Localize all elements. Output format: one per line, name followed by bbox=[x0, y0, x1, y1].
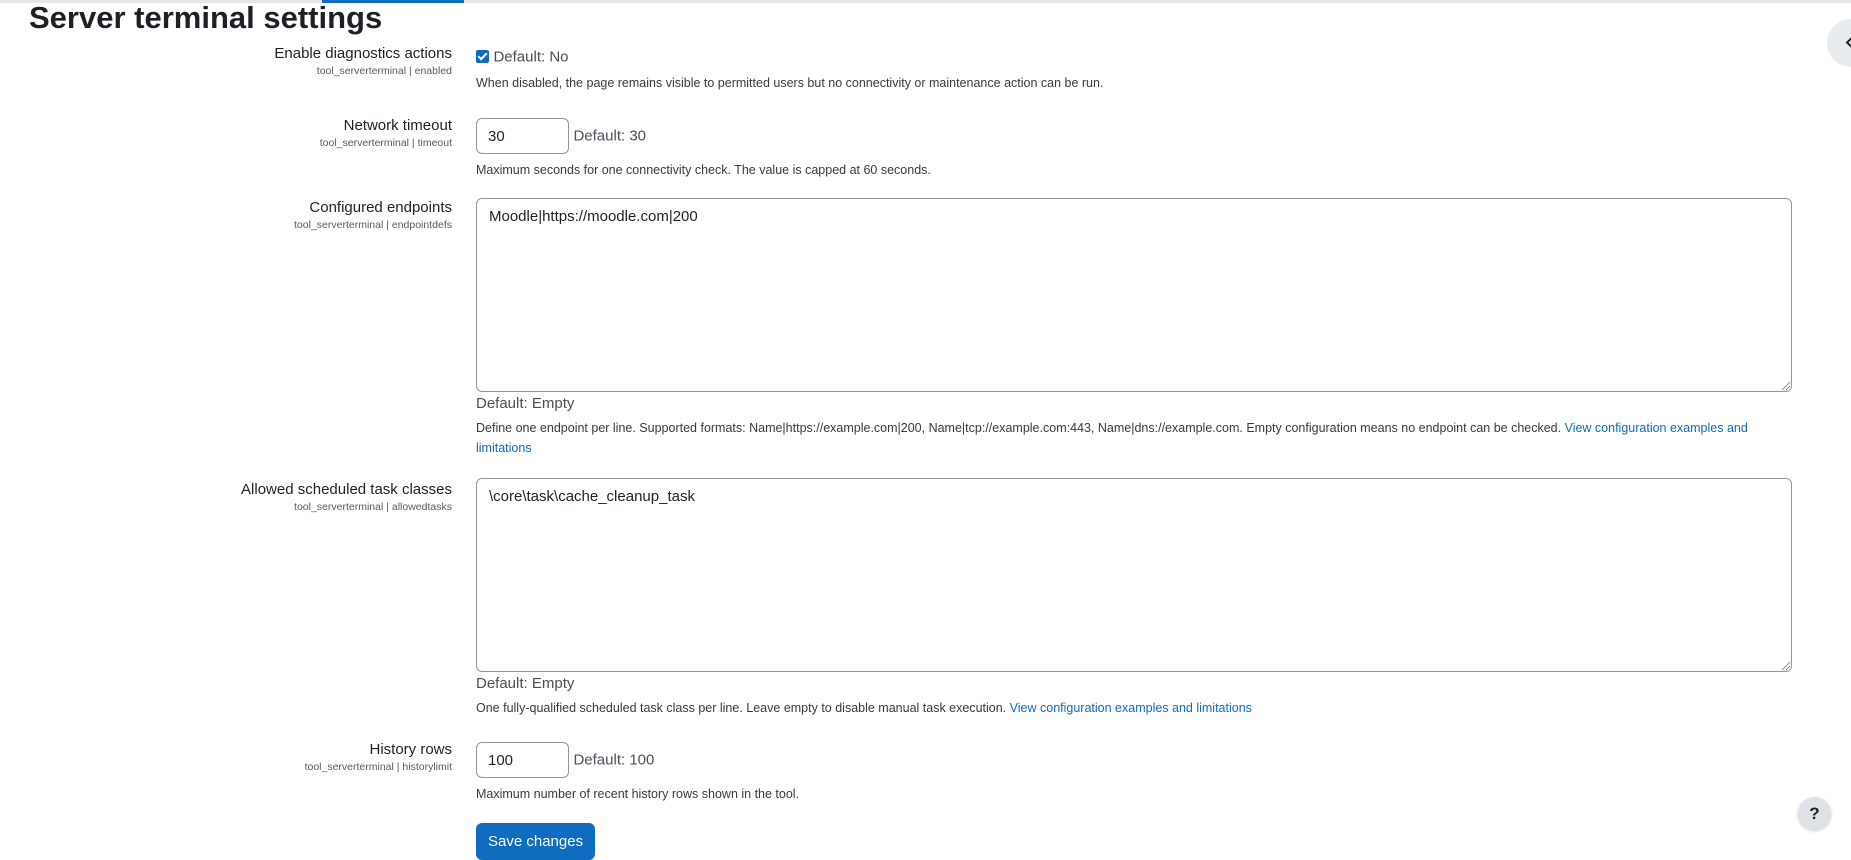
setting-label-col: Enable diagnostics actions tool_serverte… bbox=[32, 44, 452, 78]
setting-field-col: Default: 100 Maximum number of recent hi… bbox=[476, 742, 799, 804]
setting-description: Define one endpoint per line. Supported … bbox=[476, 418, 1792, 458]
setting-description: When disabled, the page remains visible … bbox=[476, 76, 1104, 90]
setting-description: Maximum number of recent history rows sh… bbox=[476, 787, 800, 801]
timeout-input[interactable] bbox=[476, 118, 569, 154]
save-changes-button[interactable]: Save changes bbox=[476, 823, 596, 860]
setting-key: tool_serverterminal | allowedtasks bbox=[294, 501, 452, 513]
page-title: Server terminal settings bbox=[29, 0, 383, 35]
resize-handle-icon[interactable] bbox=[1782, 382, 1790, 390]
setting-label-col: History rows tool_serverterminal | histo… bbox=[32, 740, 452, 774]
history-rows-input[interactable] bbox=[476, 742, 569, 778]
setting-label: Configured endpoints bbox=[309, 199, 452, 216]
setting-label: Enable diagnostics actions bbox=[274, 45, 452, 62]
drawer-toggle-button[interactable] bbox=[1827, 19, 1851, 67]
resize-handle-icon[interactable] bbox=[1782, 662, 1790, 670]
setting-label-col: Allowed scheduled task classes tool_serv… bbox=[32, 480, 452, 514]
setting-label-col: Configured endpoints tool_serverterminal… bbox=[32, 198, 452, 232]
default-value: Default: Empty bbox=[476, 675, 575, 692]
setting-field-col: Moodle|https://moodle.com|200 Default: E… bbox=[476, 198, 1792, 458]
help-button[interactable]: ? bbox=[1798, 797, 1831, 830]
chevron-left-icon bbox=[1845, 34, 1851, 51]
setting-description: Maximum seconds for one connectivity che… bbox=[476, 163, 931, 177]
setting-label: Network timeout bbox=[343, 117, 452, 134]
setting-field-col: Default: 30 Maximum seconds for one conn… bbox=[476, 118, 931, 180]
enabled-checkbox[interactable] bbox=[476, 50, 489, 64]
form-actions: Save changes bbox=[476, 823, 596, 860]
question-icon: ? bbox=[1809, 804, 1820, 823]
endpoints-textarea[interactable]: Moodle|https://moodle.com|200 bbox=[476, 198, 1792, 392]
setting-key: tool_serverterminal | timeout bbox=[319, 137, 452, 149]
setting-label-col: Network timeout tool_serverterminal | ti… bbox=[32, 116, 452, 150]
default-value: Default: 100 bbox=[573, 751, 655, 769]
setting-label: Allowed scheduled task classes bbox=[241, 481, 452, 498]
setting-label: History rows bbox=[369, 741, 452, 758]
setting-key: tool_serverterminal | enabled bbox=[316, 65, 452, 77]
allowed-tasks-textarea[interactable]: \core\task\cache_cleanup_task bbox=[476, 478, 1792, 672]
setting-description: One fully-qualified scheduled task class… bbox=[476, 698, 1792, 718]
setting-key: tool_serverterminal | historylimit bbox=[304, 761, 452, 773]
config-examples-link[interactable]: View configuration examples and limitati… bbox=[1010, 701, 1252, 715]
default-value: Default: 30 bbox=[573, 127, 646, 145]
description-text: Define one endpoint per line. Supported … bbox=[476, 421, 1562, 435]
default-value: Default: Empty bbox=[476, 395, 575, 412]
setting-field-col: Default: No When disabled, the page rema… bbox=[476, 48, 1103, 93]
setting-field-col: \core\task\cache_cleanup_task Default: E… bbox=[476, 478, 1792, 718]
setting-key: tool_serverterminal | endpointdefs bbox=[294, 219, 452, 231]
default-value: Default: No bbox=[493, 48, 569, 66]
settings-page: Server terminal settings Enable diagnost… bbox=[0, 0, 1851, 860]
textarea-wrapper: \core\task\cache_cleanup_task bbox=[476, 478, 1792, 672]
textarea-wrapper: Moodle|https://moodle.com|200 bbox=[476, 198, 1792, 392]
description-text: One fully-qualified scheduled task class… bbox=[476, 701, 1007, 715]
